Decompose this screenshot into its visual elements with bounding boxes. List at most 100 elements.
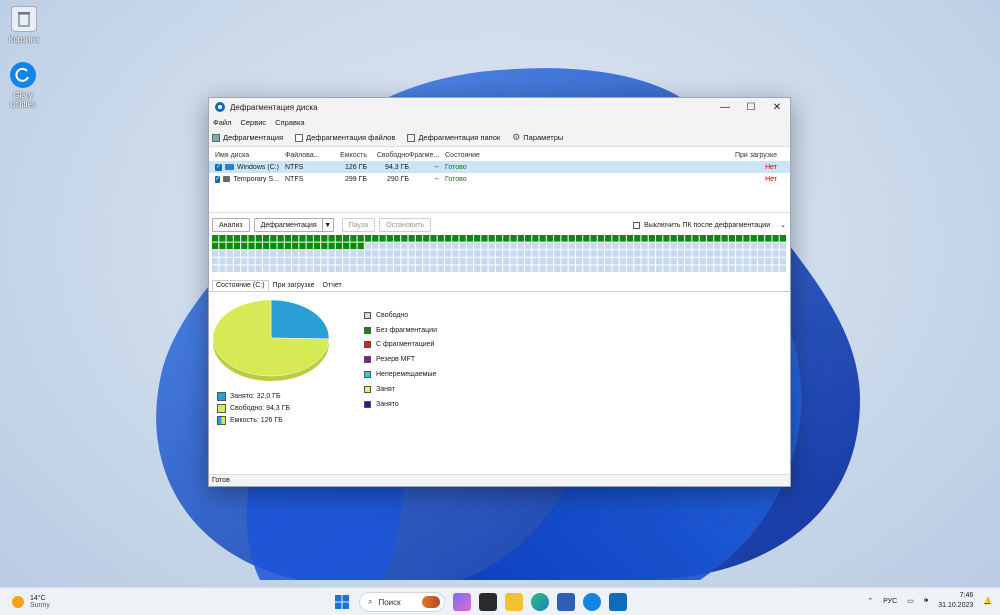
minimize-button[interactable]: — bbox=[712, 98, 738, 116]
cluster-block bbox=[299, 257, 306, 265]
start-button[interactable] bbox=[333, 593, 351, 611]
app-icon bbox=[215, 102, 225, 112]
cluster-block bbox=[495, 242, 503, 250]
cluster-block bbox=[401, 242, 408, 250]
maximize-button[interactable]: ☐ bbox=[738, 98, 764, 116]
cluster-block bbox=[663, 242, 670, 250]
task-view-icon[interactable] bbox=[479, 593, 497, 611]
column-header-capacity[interactable]: Емкость bbox=[331, 152, 367, 159]
cluster-block bbox=[219, 257, 226, 265]
shutdown-checkbox[interactable] bbox=[633, 221, 641, 229]
cluster-block bbox=[277, 265, 284, 272]
pause-button[interactable]: Пауза bbox=[341, 218, 376, 232]
notification-bell-icon[interactable]: 🔔 bbox=[983, 597, 992, 605]
cluster-block bbox=[437, 265, 444, 272]
stop-button[interactable]: Остановить bbox=[379, 218, 432, 232]
cluster-block bbox=[554, 257, 561, 265]
cluster-block bbox=[677, 242, 685, 250]
cluster-block bbox=[306, 257, 313, 265]
tab-state[interactable]: Состояние (C:) bbox=[212, 280, 269, 291]
clock[interactable]: 7:46 31.10.2023 bbox=[938, 591, 973, 611]
cluster-block bbox=[408, 242, 415, 250]
menu-service[interactable]: Сервис bbox=[240, 118, 266, 127]
cluster-block bbox=[597, 235, 605, 242]
chevron-up-icon[interactable]: ⌃ bbox=[867, 597, 873, 605]
column-header-fragmented[interactable]: Фрагме... bbox=[409, 152, 439, 159]
column-header-fs[interactable]: Файлова... bbox=[279, 152, 331, 159]
dropdown-arrow-icon[interactable]: ▼ bbox=[321, 219, 333, 231]
close-button[interactable]: ✕ bbox=[764, 98, 790, 116]
cluster-block bbox=[510, 242, 517, 250]
defrag-split-button[interactable]: Дефрагментация ▼ bbox=[253, 218, 334, 232]
cluster-block bbox=[270, 235, 277, 242]
cluster-block bbox=[554, 265, 561, 272]
volume-icon[interactable]: 🕪 bbox=[924, 597, 928, 605]
legend-item: Свободно: 94,3 ГБ bbox=[217, 402, 290, 414]
cluster-block bbox=[568, 235, 575, 242]
cluster-block bbox=[772, 235, 779, 242]
taskbar-search[interactable]: ⌕ Поиск bbox=[359, 592, 445, 612]
column-header-name[interactable]: Имя диска bbox=[209, 152, 279, 159]
cluster-block bbox=[350, 250, 357, 257]
cluster-block bbox=[765, 235, 772, 242]
chevron-down-icon[interactable]: ⌄ bbox=[780, 221, 786, 229]
cluster-block bbox=[292, 257, 299, 265]
cluster-block bbox=[284, 257, 292, 265]
cluster-block bbox=[430, 265, 437, 272]
toolbar-file-defrag-button[interactable]: Дефрагментация файлов bbox=[295, 133, 395, 142]
column-header-boot[interactable]: При загрузке bbox=[719, 152, 777, 159]
cluster-block bbox=[619, 250, 626, 257]
cluster-block bbox=[292, 265, 299, 272]
network-icon[interactable]: ▭ bbox=[907, 597, 914, 605]
menu-help[interactable]: Справка bbox=[275, 118, 304, 127]
cluster-block bbox=[583, 257, 590, 265]
cluster-block bbox=[655, 250, 663, 257]
cluster-block bbox=[459, 257, 466, 265]
cluster-block bbox=[437, 242, 444, 250]
cluster-block bbox=[626, 265, 634, 272]
defrag-taskbar-icon[interactable] bbox=[609, 593, 627, 611]
toolbar-folder-defrag-button[interactable]: Дефрагментация папок bbox=[407, 133, 500, 142]
hard-drive-icon bbox=[223, 176, 231, 182]
table-row[interactable]: ✓ Windows (C:) NTFS 126 ГБ 94,3 ГБ -- Го… bbox=[209, 161, 790, 173]
cluster-block bbox=[292, 250, 299, 257]
language-indicator[interactable]: РУС bbox=[883, 598, 897, 605]
legend-free: Свободно: 94,3 ГБ bbox=[230, 404, 291, 412]
cluster-block bbox=[474, 235, 481, 242]
cluster-block bbox=[255, 235, 262, 242]
column-header-free[interactable]: Свободно bbox=[367, 152, 409, 159]
desktop-icon-glary-utilities[interactable]: Glary Utilities bbox=[1, 62, 45, 109]
store-icon[interactable] bbox=[557, 593, 575, 611]
toolbar-defrag-button[interactable]: Дефрагментация bbox=[212, 133, 283, 142]
cluster-block bbox=[779, 242, 786, 250]
column-header-state[interactable]: Состояние bbox=[439, 152, 719, 159]
toolbar-settings-button[interactable]: ⚙ Параметры bbox=[512, 132, 563, 143]
table-row[interactable]: ✓ Temporary S... NTFS 299 ГБ 290 ГБ -- Г… bbox=[209, 173, 790, 185]
tab-boot[interactable]: При загрузке bbox=[269, 280, 319, 291]
cluster-block bbox=[364, 265, 372, 272]
shutdown-option[interactable]: Выключить ПК после дефрагментации ⌄ bbox=[633, 221, 790, 229]
cluster-block bbox=[736, 242, 743, 250]
tab-report[interactable]: Отчет bbox=[319, 280, 346, 291]
menu-file[interactable]: Файл bbox=[213, 118, 231, 127]
state-panel: Занято: 32,0 ГБ Свободно: 94,3 ГБ Емкост… bbox=[209, 291, 790, 477]
cluster-block bbox=[495, 257, 503, 265]
cluster-block bbox=[430, 250, 437, 257]
cluster-block bbox=[626, 235, 634, 242]
copilot-icon[interactable] bbox=[453, 593, 471, 611]
cluster-block bbox=[474, 242, 481, 250]
desktop-icon-recycle-bin[interactable]: Корзина bbox=[2, 6, 46, 44]
drive-checkbox[interactable]: ✓ bbox=[215, 163, 222, 171]
cluster-block bbox=[255, 265, 262, 272]
cluster-block bbox=[561, 265, 568, 272]
glary-taskbar-icon[interactable] bbox=[583, 593, 601, 611]
weather-widget[interactable]: 14°C Sunny bbox=[0, 595, 200, 609]
edge-icon[interactable] bbox=[531, 593, 549, 611]
cluster-block bbox=[212, 235, 219, 242]
file-explorer-icon[interactable] bbox=[505, 593, 523, 611]
cluster-block bbox=[488, 265, 495, 272]
analyze-button[interactable]: Анализ bbox=[212, 218, 250, 232]
drive-checkbox[interactable]: ✓ bbox=[215, 175, 221, 183]
cluster-block bbox=[379, 250, 386, 257]
title-bar[interactable]: Дефрагментация диска — ☐ ✕ bbox=[209, 98, 790, 116]
